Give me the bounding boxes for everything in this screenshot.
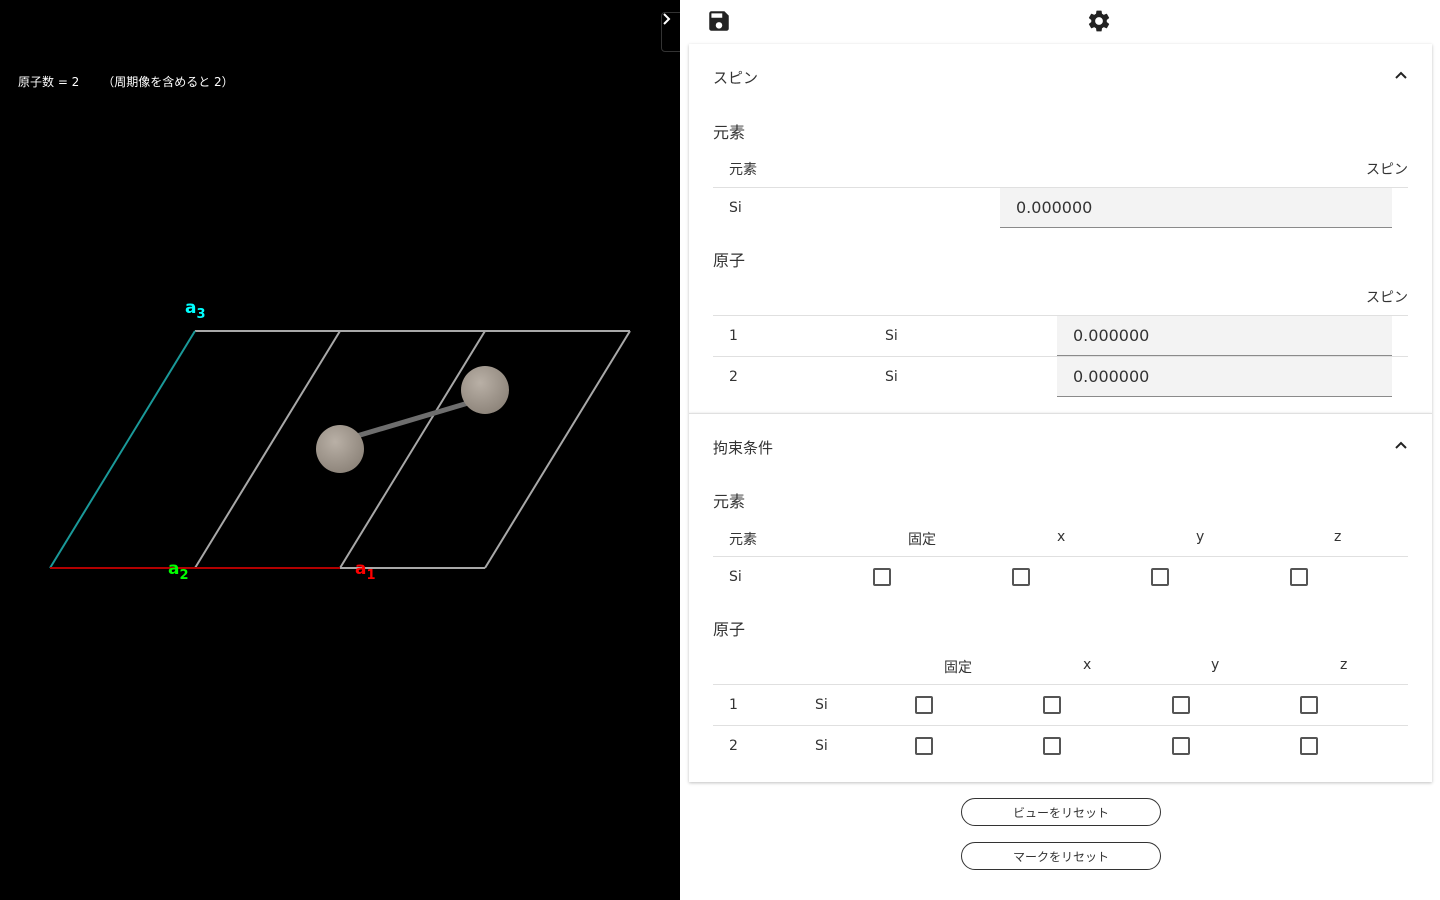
x-checkbox[interactable] [1012, 568, 1030, 586]
spin-section: スピン 元素 元素 スピン Si 0.000000 原子 スピン 1 Si 0.… [689, 44, 1432, 413]
constraint-section: 拘束条件 元素 元素 固定 x y z Si 原子 固定 x y z 1 Si … [689, 413, 1432, 782]
divider [713, 684, 1408, 685]
axis-a3-line [49, 330, 196, 569]
constraint-element-subhead: 元素 [713, 492, 746, 511]
axis-label-a2: a2 [168, 559, 189, 583]
bond [339, 395, 486, 444]
crystal-canvas[interactable]: a3 a2 a1 [0, 0, 680, 900]
col-header-fixed: 固定 [944, 660, 972, 676]
atom-index-cell: 2 [729, 738, 738, 754]
col-header-z: z [1340, 657, 1348, 673]
col-header-element: 元素 [729, 162, 757, 178]
col-header-y: y [1196, 529, 1205, 545]
col-header-spin: スピン [1366, 290, 1408, 306]
col-header-fixed: 固定 [908, 532, 936, 548]
z-checkbox[interactable] [1300, 737, 1318, 755]
toolbar [680, 0, 1440, 44]
atom-element-cell: Si [815, 738, 828, 754]
z-checkbox[interactable] [1300, 696, 1318, 714]
structure-viewer[interactable]: 原子数 = 2 （周期像を含めると 2） a3 a2 a1 [0, 0, 681, 900]
z-checkbox[interactable] [1290, 568, 1308, 586]
col-header-spin: スピン [1366, 162, 1408, 178]
x-checkbox[interactable] [1043, 696, 1061, 714]
axis-label-a1: a1 [355, 559, 376, 583]
spin-section-title: スピン [713, 69, 759, 87]
col-header-element: 元素 [729, 532, 757, 548]
x-checkbox[interactable] [1043, 737, 1061, 755]
constraint-section-title: 拘束条件 [713, 439, 774, 457]
fixed-checkbox[interactable] [915, 696, 933, 714]
gear-icon[interactable] [1086, 8, 1112, 34]
atom-index-cell: 2 [729, 369, 738, 385]
divider [713, 725, 1408, 726]
chevron-up-icon[interactable] [1394, 438, 1408, 452]
atom-spin-input[interactable]: 0.000000 [1057, 357, 1392, 397]
col-header-x: x [1083, 657, 1092, 673]
reset-mark-button[interactable]: マークをリセット [961, 842, 1161, 870]
constraint-atom-subhead: 原子 [713, 620, 746, 639]
atom-element-cell: Si [815, 697, 828, 713]
fixed-checkbox[interactable] [915, 737, 933, 755]
y-checkbox[interactable] [1172, 737, 1190, 755]
atom-si-1[interactable] [316, 425, 364, 473]
atom-spin-input[interactable]: 0.000000 [1057, 316, 1392, 356]
divider [713, 556, 1408, 557]
col-header-y: y [1211, 657, 1220, 673]
chevron-right-icon [663, 13, 671, 25]
y-checkbox[interactable] [1151, 568, 1169, 586]
col-header-z: z [1334, 529, 1342, 545]
col-header-x: x [1057, 529, 1066, 545]
fixed-checkbox[interactable] [873, 568, 891, 586]
spin-atom-subhead: 原子 [713, 251, 746, 270]
element-cell: Si [729, 569, 742, 585]
atom-element-cell: Si [885, 369, 898, 385]
element-cell: Si [729, 200, 742, 216]
y-checkbox[interactable] [1172, 696, 1190, 714]
reset-view-button[interactable]: ビューをリセット [961, 798, 1161, 826]
collapse-panel-button[interactable] [661, 12, 681, 52]
axis-label-a3: a3 [185, 298, 206, 322]
atom-si-2[interactable] [461, 366, 509, 414]
settings-panel: スピン 元素 元素 スピン Si 0.000000 原子 スピン 1 Si 0.… [680, 0, 1440, 900]
atom-index-cell: 1 [729, 328, 738, 344]
chevron-up-icon[interactable] [1394, 68, 1408, 82]
atom-index-cell: 1 [729, 697, 738, 713]
spin-element-subhead: 元素 [713, 123, 746, 142]
element-spin-input[interactable]: 0.000000 [1000, 188, 1392, 228]
atom-element-cell: Si [885, 328, 898, 344]
save-icon[interactable] [706, 8, 732, 34]
unit-cell-edges [194, 330, 631, 569]
